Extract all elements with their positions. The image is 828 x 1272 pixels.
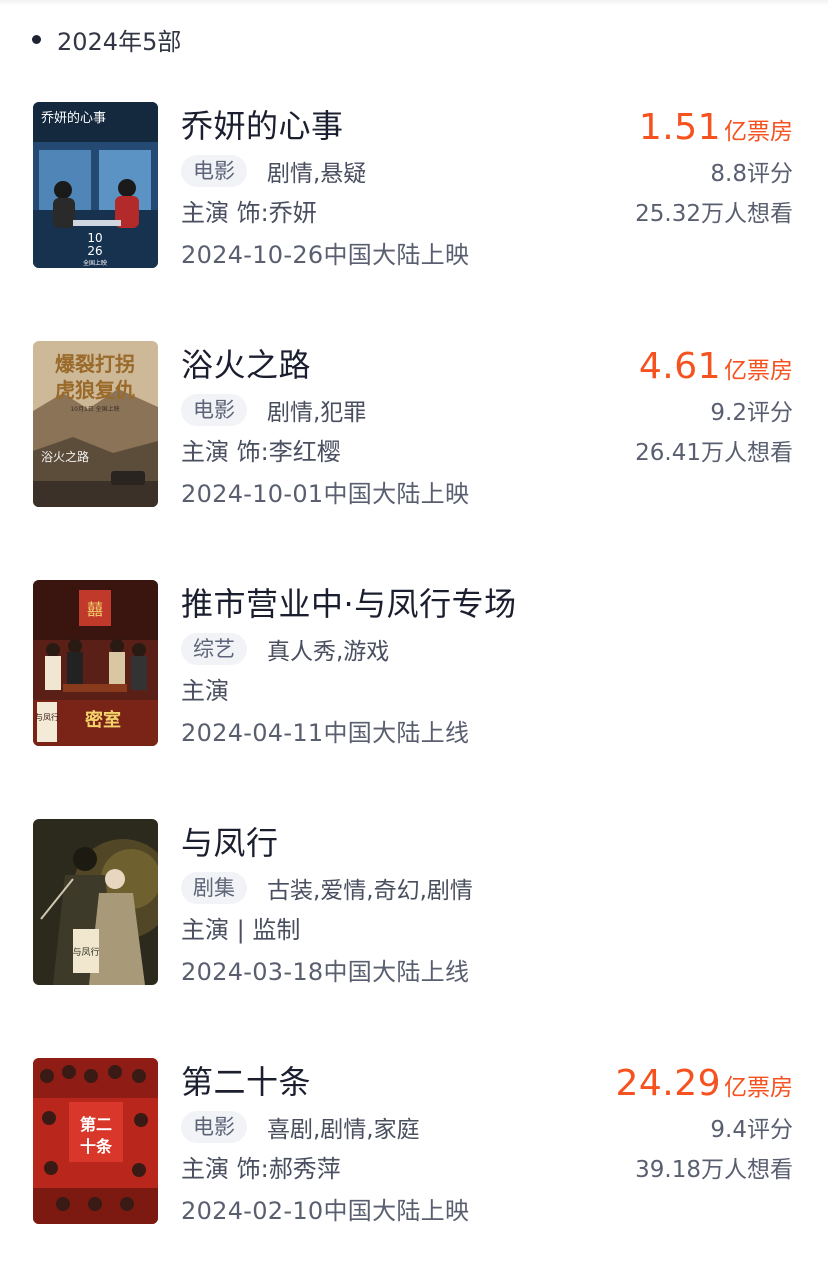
svg-text:与凤行: 与凤行 bbox=[72, 946, 99, 958]
year-label: 2024年5部 bbox=[57, 27, 182, 56]
svg-text:爆裂打拐: 爆裂打拐 bbox=[55, 352, 135, 376]
series-poster-yufengxing[interactable]: 与凤行 bbox=[33, 819, 158, 985]
role-text: 主演 bbox=[181, 677, 229, 705]
svg-text:囍: 囍 bbox=[87, 600, 103, 619]
release-date: 2024-10-01中国大陆上映 bbox=[181, 480, 470, 508]
work-item[interactable]: 乔妍的心事 10 26 全国上映 乔妍的心事 电影 剧情,悬疑 主演 饰:乔妍 … bbox=[0, 102, 828, 272]
work-item[interactable]: 囍 密室 与凤行 推市营业中·与凤行专场 综艺 真人秀,游戏 主演 2024-0… bbox=[0, 580, 828, 750]
work-item[interactable]: 第二 十条 第二十条 电影 喜剧,剧情,家庭 主演 饰:郝秀萍 2024-02-… bbox=[0, 1058, 828, 1228]
variety-poster-tuishi[interactable]: 囍 密室 与凤行 bbox=[33, 580, 158, 746]
type-row: 剧集 古装,爱情,奇幻,剧情 bbox=[181, 871, 473, 905]
work-title[interactable]: 第二十条 bbox=[181, 1060, 311, 1104]
role-text: 主演 饰:李红樱 bbox=[181, 438, 341, 466]
role-text: 主演 饰:乔妍 bbox=[181, 199, 317, 227]
rating-text: 8.8评分 bbox=[710, 161, 793, 187]
boxoffice-value: 24.29 bbox=[615, 1063, 721, 1104]
svg-text:与凤行: 与凤行 bbox=[35, 712, 59, 722]
type-row: 综艺 真人秀,游戏 bbox=[181, 632, 389, 666]
svg-text:密室: 密室 bbox=[85, 709, 121, 731]
boxoffice: 24.29 亿票房 bbox=[533, 1058, 793, 1110]
work-item[interactable]: 与凤行 与凤行 剧集 古装,爱情,奇幻,剧情 主演 | 监制 2024-03-1… bbox=[0, 819, 828, 989]
year-section-header: 2024年5部 bbox=[32, 22, 181, 56]
svg-text:26: 26 bbox=[87, 244, 102, 258]
movie-poster-yuhuo[interactable]: 爆裂打拐 虎狼复仇 10月1日 全国上映 浴火之路 bbox=[33, 341, 158, 507]
boxoffice: 4.61 亿票房 bbox=[533, 341, 793, 393]
role-text: 主演 | 监制 bbox=[181, 916, 301, 944]
rating-text: 9.2评分 bbox=[710, 400, 793, 426]
type-row: 电影 剧情,悬疑 bbox=[181, 154, 366, 188]
movie-poster-qiaoyan[interactable]: 乔妍的心事 10 26 全国上映 bbox=[33, 102, 158, 268]
boxoffice-value: 4.61 bbox=[638, 346, 721, 387]
work-title[interactable]: 浴火之路 bbox=[181, 343, 311, 387]
work-title[interactable]: 与凤行 bbox=[181, 821, 279, 865]
type-tag: 综艺 bbox=[181, 633, 247, 665]
bullet-dot-icon bbox=[32, 34, 41, 44]
svg-text:浴火之路: 浴火之路 bbox=[41, 449, 89, 464]
svg-text:10月1日 全国上映: 10月1日 全国上映 bbox=[70, 405, 119, 413]
boxoffice: 1.51 亿票房 bbox=[533, 102, 793, 154]
release-date: 2024-03-18中国大陆上线 bbox=[181, 958, 470, 986]
wants-count: 25.32万人想看 bbox=[635, 201, 793, 227]
release-date: 2024-04-11中国大陆上线 bbox=[181, 719, 470, 747]
poster-title-text: 乔妍的心事 bbox=[41, 110, 106, 126]
work-stats: 1.51 亿票房 8.8评分 25.32万人想看 bbox=[533, 102, 793, 234]
boxoffice-unit: 亿票房 bbox=[724, 119, 793, 145]
release-date: 2024-10-26中国大陆上映 bbox=[181, 241, 470, 269]
type-tag: 电影 bbox=[181, 155, 247, 187]
type-row: 电影 剧情,犯罪 bbox=[181, 393, 366, 427]
boxoffice-value: 1.51 bbox=[638, 107, 721, 148]
genres-text: 真人秀,游戏 bbox=[267, 639, 390, 665]
type-tag: 电影 bbox=[181, 1111, 247, 1143]
genres-text: 喜剧,剧情,家庭 bbox=[267, 1117, 420, 1143]
type-tag: 电影 bbox=[181, 394, 247, 426]
svg-text:虎狼复仇: 虎狼复仇 bbox=[55, 378, 135, 402]
top-edge-shadow bbox=[0, 0, 828, 6]
rating-text: 9.4评分 bbox=[710, 1117, 793, 1143]
work-stats: 24.29 亿票房 9.4评分 39.18万人想看 bbox=[533, 1058, 793, 1190]
type-row: 电影 喜剧,剧情,家庭 bbox=[181, 1110, 420, 1144]
work-title[interactable]: 乔妍的心事 bbox=[181, 104, 344, 148]
type-tag: 剧集 bbox=[181, 872, 247, 904]
svg-text:10: 10 bbox=[87, 231, 102, 245]
wants-count: 26.41万人想看 bbox=[635, 440, 793, 466]
work-item[interactable]: 爆裂打拐 虎狼复仇 10月1日 全国上映 浴火之路 浴火之路 电影 剧情,犯罪 … bbox=[0, 341, 828, 511]
work-stats: 4.61 亿票房 9.2评分 26.41万人想看 bbox=[533, 341, 793, 473]
genres-text: 古装,爱情,奇幻,剧情 bbox=[267, 878, 473, 904]
role-text: 主演 饰:郝秀萍 bbox=[181, 1155, 341, 1183]
genres-text: 剧情,悬疑 bbox=[267, 161, 367, 187]
release-date: 2024-02-10中国大陆上映 bbox=[181, 1197, 470, 1225]
svg-text:十条: 十条 bbox=[80, 1137, 113, 1156]
boxoffice-unit: 亿票房 bbox=[724, 1075, 793, 1101]
movie-poster-dierhitiao[interactable]: 第二 十条 bbox=[33, 1058, 158, 1224]
wants-count: 39.18万人想看 bbox=[635, 1157, 793, 1183]
work-title[interactable]: 推市营业中·与凤行专场 bbox=[181, 582, 517, 626]
svg-text:第二: 第二 bbox=[80, 1115, 112, 1134]
genres-text: 剧情,犯罪 bbox=[267, 400, 367, 426]
boxoffice-unit: 亿票房 bbox=[724, 358, 793, 384]
svg-text:全国上映: 全国上映 bbox=[83, 259, 107, 267]
